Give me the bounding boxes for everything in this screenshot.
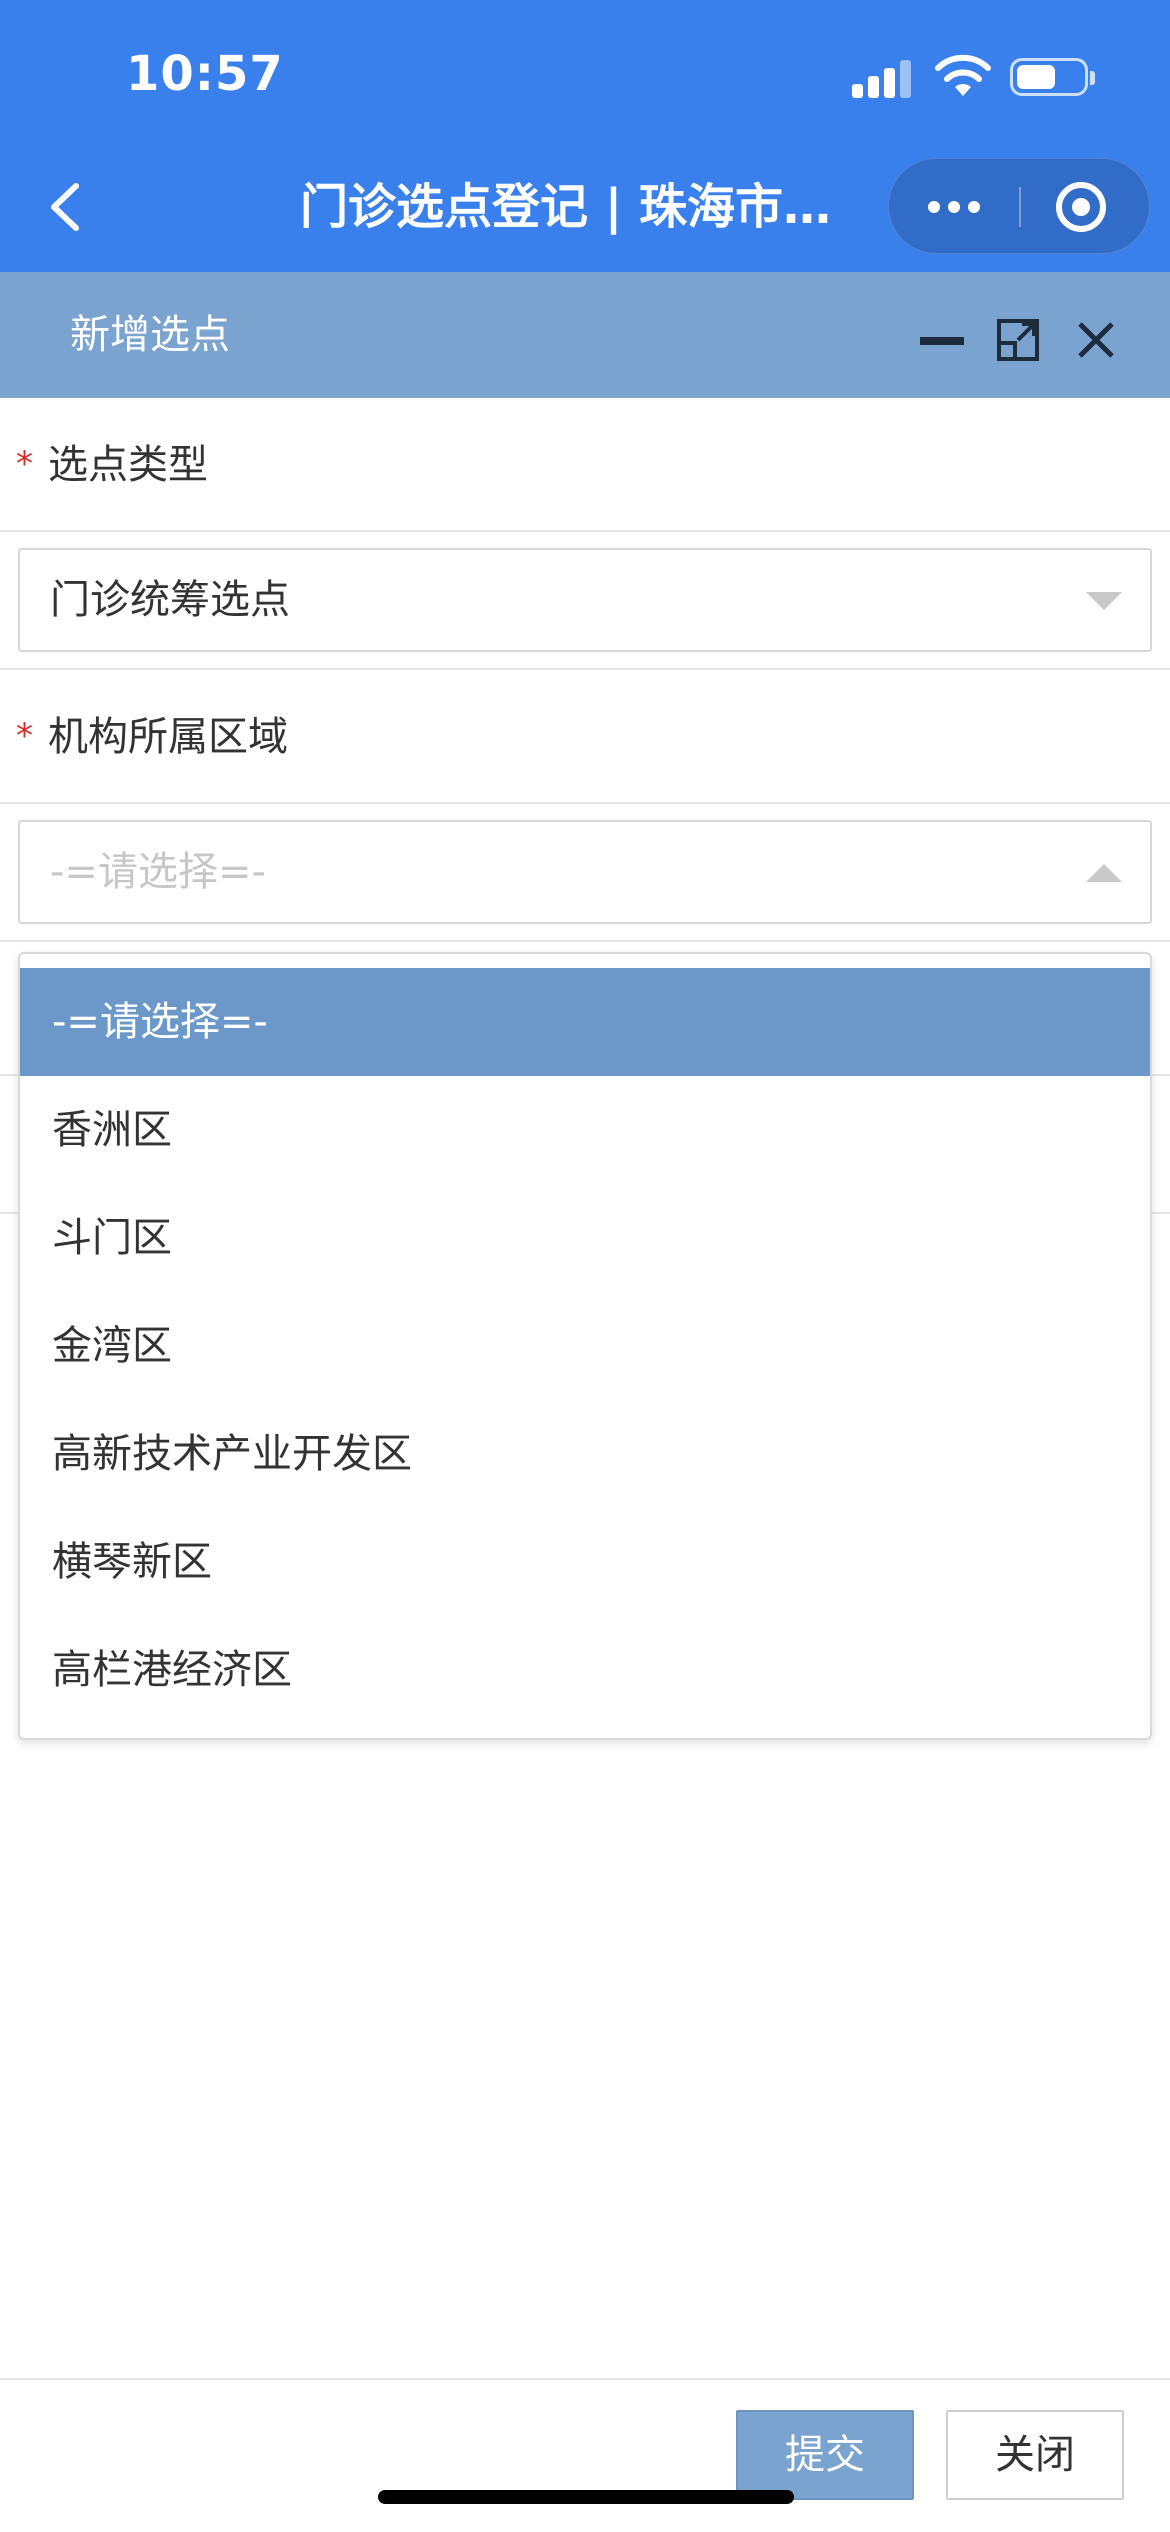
form-row-site-type: * 选点类型 [0,398,1170,532]
home-indicator [378,2490,794,2504]
chevron-down-icon [1086,592,1122,610]
dropdown-option[interactable]: 横琴新区 [20,1508,1150,1616]
nav-title: 门诊选点登记 | 珠海市… [300,179,831,235]
region-label: 机构所属区域 [48,714,288,760]
dropdown-option[interactable]: 香洲区 [20,1076,1150,1184]
exit-target-icon[interactable] [1056,182,1106,232]
dropdown-option[interactable]: 斗门区 [20,1184,1150,1292]
dialog-header: 新增选点 [0,272,1170,398]
close-icon[interactable] [1074,318,1118,362]
site-type-label: 选点类型 [48,442,208,488]
region-select-row: -=请选择=- [0,804,1170,942]
submit-button[interactable]: 提交 [736,2410,914,2500]
minimize-icon[interactable] [920,337,964,345]
region-select[interactable]: -=请选择=- [18,820,1152,924]
back-icon[interactable] [40,172,100,242]
site-type-select-row: 门诊统筹选点 [0,532,1170,670]
more-icon[interactable] [889,159,1019,255]
maximize-icon[interactable] [996,318,1040,362]
close-button[interactable]: 关闭 [946,2410,1124,2500]
region-placeholder: -=请选择=- [50,849,266,895]
dropdown-option[interactable]: 高栏港经济区 [20,1616,1150,1724]
dropdown-option[interactable]: -=请选择=- [20,968,1150,1076]
region-dropdown-list: -=请选择=- 香洲区 斗门区 金湾区 高新技术产业开发区 横琴新区 高栏港经济… [18,952,1152,1740]
dropdown-option[interactable]: 高新技术产业开发区 [20,1400,1150,1508]
chevron-up-icon [1086,864,1122,882]
wifi-icon [935,54,991,96]
site-type-select[interactable]: 门诊统筹选点 [18,548,1152,652]
signal-icon [852,58,914,98]
top-bar: 10:57 门诊选点登记 | 珠海市… [0,0,1170,272]
required-mark: * [16,716,33,756]
mini-program-capsule [888,158,1150,254]
battery-icon [1010,58,1095,96]
dialog-title: 新增选点 [70,312,230,358]
form-row-region: * 机构所属区域 [0,670,1170,804]
site-type-value: 门诊统筹选点 [50,577,290,623]
dropdown-option[interactable]: 金湾区 [20,1292,1150,1400]
status-time: 10:57 [126,46,284,102]
required-mark: * [16,444,33,484]
capsule-divider [1019,187,1021,227]
